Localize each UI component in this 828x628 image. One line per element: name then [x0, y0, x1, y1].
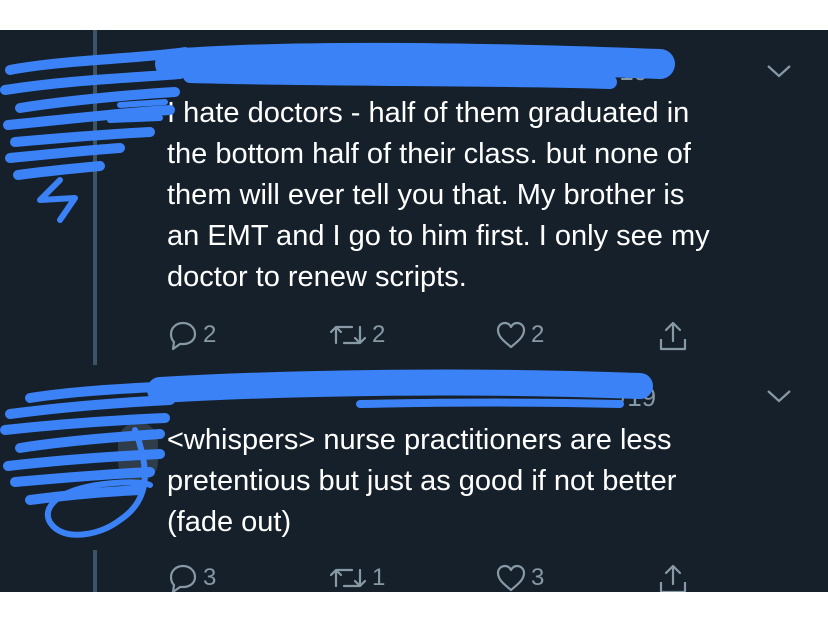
tweet-thread: /19 I hate doctors - half of them gradua… [0, 30, 828, 592]
redaction-scribble [0, 42, 675, 538]
